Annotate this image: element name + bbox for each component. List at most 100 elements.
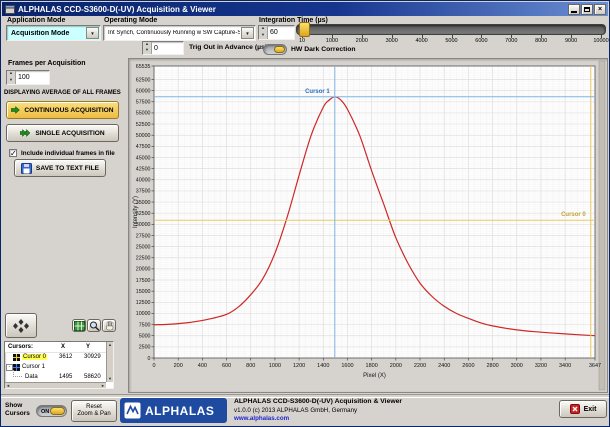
title-bar[interactable]: ALPHALAS CCD-S3600-D(-UV) Acquisition & … — [2, 2, 608, 16]
y-tick-label: 25000 — [136, 244, 151, 250]
slider-ticklabel-1000: 1000 — [326, 38, 338, 44]
chevron-down-icon[interactable]: ▼ — [86, 27, 99, 39]
tree-branch-icon — [13, 370, 22, 377]
four-diamond-icon — [12, 318, 30, 334]
y-axis-label: Intensity (Y) — [133, 196, 139, 228]
cursor-legend[interactable]: Cursors: X Y Cursor 0361230929-Cursor 1D… — [4, 341, 114, 389]
operating-mode-label: Operating Mode — [104, 17, 157, 24]
frames-per-acquisition-field[interactable]: ▲▼ 100 — [6, 70, 50, 85]
minimize-button[interactable] — [568, 4, 580, 15]
arrow-right-icon — [11, 106, 20, 114]
hand-icon — [104, 321, 115, 331]
y-tick-label: 7500 — [139, 322, 151, 328]
x-tick-label: 2800 — [486, 363, 498, 369]
chevron-down-icon[interactable]: ▼ — [241, 27, 254, 39]
exit-button[interactable]: Exit — [559, 400, 607, 418]
window-title: ALPHALAS CCD-S3600-D(-UV) Acquisition & … — [18, 5, 567, 14]
y-tick-label: 37500 — [136, 189, 151, 195]
maximize-button[interactable] — [581, 4, 593, 15]
y-tick-label: 62500 — [136, 77, 151, 83]
continuous-acquisition-label: CONTINUOUS ACQUISITION — [24, 107, 113, 114]
y-tick-label: 20000 — [136, 267, 151, 273]
cursor-legend-hscrollbar[interactable]: ◄► — [5, 382, 106, 388]
hw-dark-correction-toggle[interactable] — [263, 44, 287, 55]
slider-ticklabel-4000: 4000 — [415, 38, 427, 44]
cursor-x-value: 3612 — [59, 354, 72, 360]
spinner-icon[interactable]: ▲▼ — [7, 71, 16, 84]
footer-app-title: ALPHALAS CCD-S3600-D(-UV) Acquisition & … — [234, 398, 402, 405]
footer-website-link[interactable]: www.alphalas.com — [234, 415, 289, 422]
slider-ticklabel-9000: 9000 — [565, 38, 577, 44]
y-tick-label: 12500 — [136, 300, 151, 306]
reset-zoom-pan-button[interactable]: Reset Zoom & Pan — [71, 400, 117, 422]
slider-ticklabel-10000: 10000 — [593, 38, 608, 44]
slider-groove[interactable] — [296, 24, 606, 35]
alphalas-logo-icon — [124, 402, 141, 419]
cursor-y-value: 30929 — [84, 354, 101, 360]
slider-ticklabel-3000: 3000 — [386, 38, 398, 44]
close-icon: × — [598, 6, 602, 13]
include-frames-label: Include individual frames in file — [21, 150, 115, 157]
toggle-knob-icon — [50, 407, 65, 415]
tree-expander-icon[interactable]: - — [6, 364, 13, 371]
minimize-icon — [571, 11, 577, 13]
cursor-name: Cursor 0 — [22, 354, 47, 360]
show-cursors-toggle[interactable]: ON — [36, 405, 67, 417]
app-icon — [5, 5, 15, 14]
integration-time-field[interactable]: ▲▼ 60 — [258, 25, 295, 40]
y-tick-label: 45000 — [136, 155, 151, 161]
integration-time-slider[interactable]: 1010002000300040005000600070008000900010… — [296, 21, 606, 45]
x-tick-label: 2200 — [414, 363, 426, 369]
zoom-tool-button[interactable] — [87, 319, 101, 332]
y-tick-label: 57500 — [136, 100, 151, 106]
cursor-grid-icon — [74, 321, 85, 331]
cursor-row-data[interactable]: Data149558620 — [5, 372, 106, 382]
slider-knob[interactable] — [299, 22, 310, 37]
pan-tool-button[interactable] — [102, 319, 116, 332]
x-tick-label: 400 — [198, 363, 207, 369]
cursor-tool-button[interactable] — [72, 319, 86, 332]
cursor-row-cursor-0[interactable]: Cursor 0 3612 30929 — [5, 352, 106, 362]
y-tick-label: 52500 — [136, 122, 151, 128]
application-mode-value: Acquisition Mode — [7, 30, 85, 37]
cursor-1-label: Cursor 1 — [305, 89, 330, 95]
x-tick-label: 1600 — [341, 363, 353, 369]
y-tick-label: 47500 — [136, 144, 151, 150]
double-arrow-right-icon — [20, 129, 31, 137]
x-axis-label: Pixel (X) — [363, 373, 386, 379]
cursor-x-value: 1495 — [59, 374, 72, 380]
spinner-icon[interactable]: ▲▼ — [259, 26, 268, 39]
close-button[interactable]: × — [594, 4, 606, 15]
x-tick-label: 3000 — [511, 363, 523, 369]
application-mode-combo[interactable]: Acquisition Mode ▼ — [6, 25, 101, 41]
y-tick-label: 5000 — [139, 334, 151, 340]
x-tick-label: 3400 — [559, 363, 571, 369]
y-tick-label: 0 — [148, 356, 151, 362]
single-acquisition-button[interactable]: SINGLE ACQUISITION — [6, 124, 119, 142]
x-header-label: X — [61, 344, 65, 350]
intensity-plot[interactable]: 0200400600800100012001400160018002000220… — [129, 59, 607, 392]
trig-out-value: 0 — [154, 45, 158, 52]
x-tick-label: 2400 — [438, 363, 450, 369]
trig-out-field[interactable]: ▲▼ 0 — [142, 41, 184, 55]
x-tick-label: 1400 — [317, 363, 329, 369]
frames-per-acquisition-value: 100 — [18, 74, 30, 81]
slider-ticklabel-7000: 7000 — [505, 38, 517, 44]
y-tick-label: 50000 — [136, 133, 151, 139]
continuous-acquisition-button[interactable]: CONTINUOUS ACQUISITION — [6, 101, 119, 119]
include-frames-checkbox[interactable]: ✓ — [9, 149, 17, 157]
graph-panel: 0200400600800100012001400160018002000220… — [128, 58, 608, 393]
y-tick-label: 42500 — [136, 166, 151, 172]
graph-right-strip — [599, 61, 605, 390]
slider-ticklabel-6000: 6000 — [475, 38, 487, 44]
show-cursors-label: Show Cursors — [5, 402, 30, 417]
pan-diamond-button[interactable] — [5, 313, 37, 338]
operating-mode-combo[interactable]: Int Synch, Continuously Running w SW Cap… — [103, 25, 256, 41]
x-tick-label: 800 — [246, 363, 255, 369]
operating-mode-value: Int Synch, Continuously Running w SW Cap… — [104, 30, 240, 36]
save-to-text-file-button[interactable]: SAVE TO TEXT FILE — [14, 159, 106, 177]
cursor-legend-vscrollbar[interactable]: ▲▼ — [106, 342, 113, 382]
spinner-icon[interactable]: ▲▼ — [143, 42, 152, 54]
cursor-crosshair-icon — [13, 354, 20, 361]
alphalas-logo-text: ALPHALAS — [145, 404, 214, 418]
